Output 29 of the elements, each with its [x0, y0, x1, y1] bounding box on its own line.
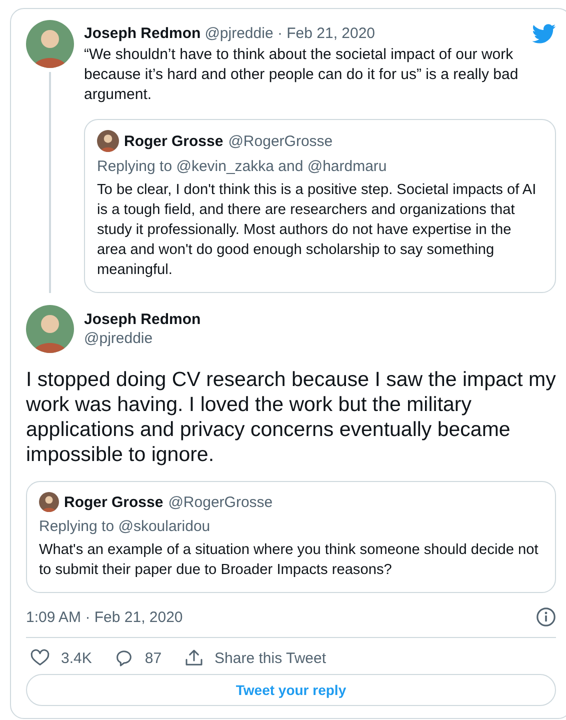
info-icon[interactable]: [536, 607, 556, 627]
heart-icon: [30, 648, 50, 668]
speech-bubble-icon: [114, 648, 134, 668]
avatar: [97, 130, 119, 152]
author-name: Roger Grosse: [124, 132, 224, 150]
bird-icon: [532, 24, 556, 44]
author-handle: @RogerGrosse: [168, 494, 273, 510]
avatar: [26, 305, 74, 353]
share-icon: [184, 648, 204, 668]
share-button[interactable]: Share this Tweet: [184, 648, 326, 668]
avatar: [39, 492, 59, 512]
author-handle-date: @pjreddie · Feb 21, 2020: [204, 25, 376, 42]
reply-button[interactable]: 87: [114, 648, 162, 668]
author-name: Joseph Redmon: [84, 311, 201, 328]
quoted-tweet[interactable]: Roger Grosse @RogerGrosse Replying to @skoularidou What's an example of a situation where you think someone should decide not to submit their paper due to Broader Impacts reasons?: [26, 481, 556, 593]
quoted-tweet[interactable]: [84, 119, 556, 293]
replying-to: Replying to @skoularidou: [39, 518, 212, 535]
replying-to: Replying to @kevin_zakka and @hardmaru: [97, 158, 388, 175]
author-name: Joseph Redmon: [84, 25, 201, 42]
author-name: Roger Grosse: [64, 494, 164, 510]
tweet-text: To be clear, I don't think this is a positive step. Societal impacts of AI is a tough field, and there are researchers and organizations that study it professionally. Most authors do not have expertise in the area and won't do good enough scholarship to say something meaningful.: [97, 181, 538, 280]
timestamp: 1:09 AM · Feb 21, 2020: [26, 608, 183, 626]
avatar: [26, 20, 74, 68]
tweet-text: “We shouldn’t have to think about the societal impact of our work because it’s hard and other people can do it for us” is a really bad argument.: [84, 45, 520, 105]
like-button[interactable]: 3.4K: [30, 648, 92, 668]
tweet-text: I stopped doing CV research because I saw the impact my work was having. I loved the work but the military applications and privacy concerns eventually became impossible to ignore.: [26, 367, 556, 467]
author-handle: @pjreddie: [84, 330, 154, 347]
author-handle: @RogerGrosse: [228, 132, 333, 150]
tweet-text: What's an example of a situation where you think someone should decide not to submit their paper due to Broader Impacts reasons?: [39, 541, 540, 580]
